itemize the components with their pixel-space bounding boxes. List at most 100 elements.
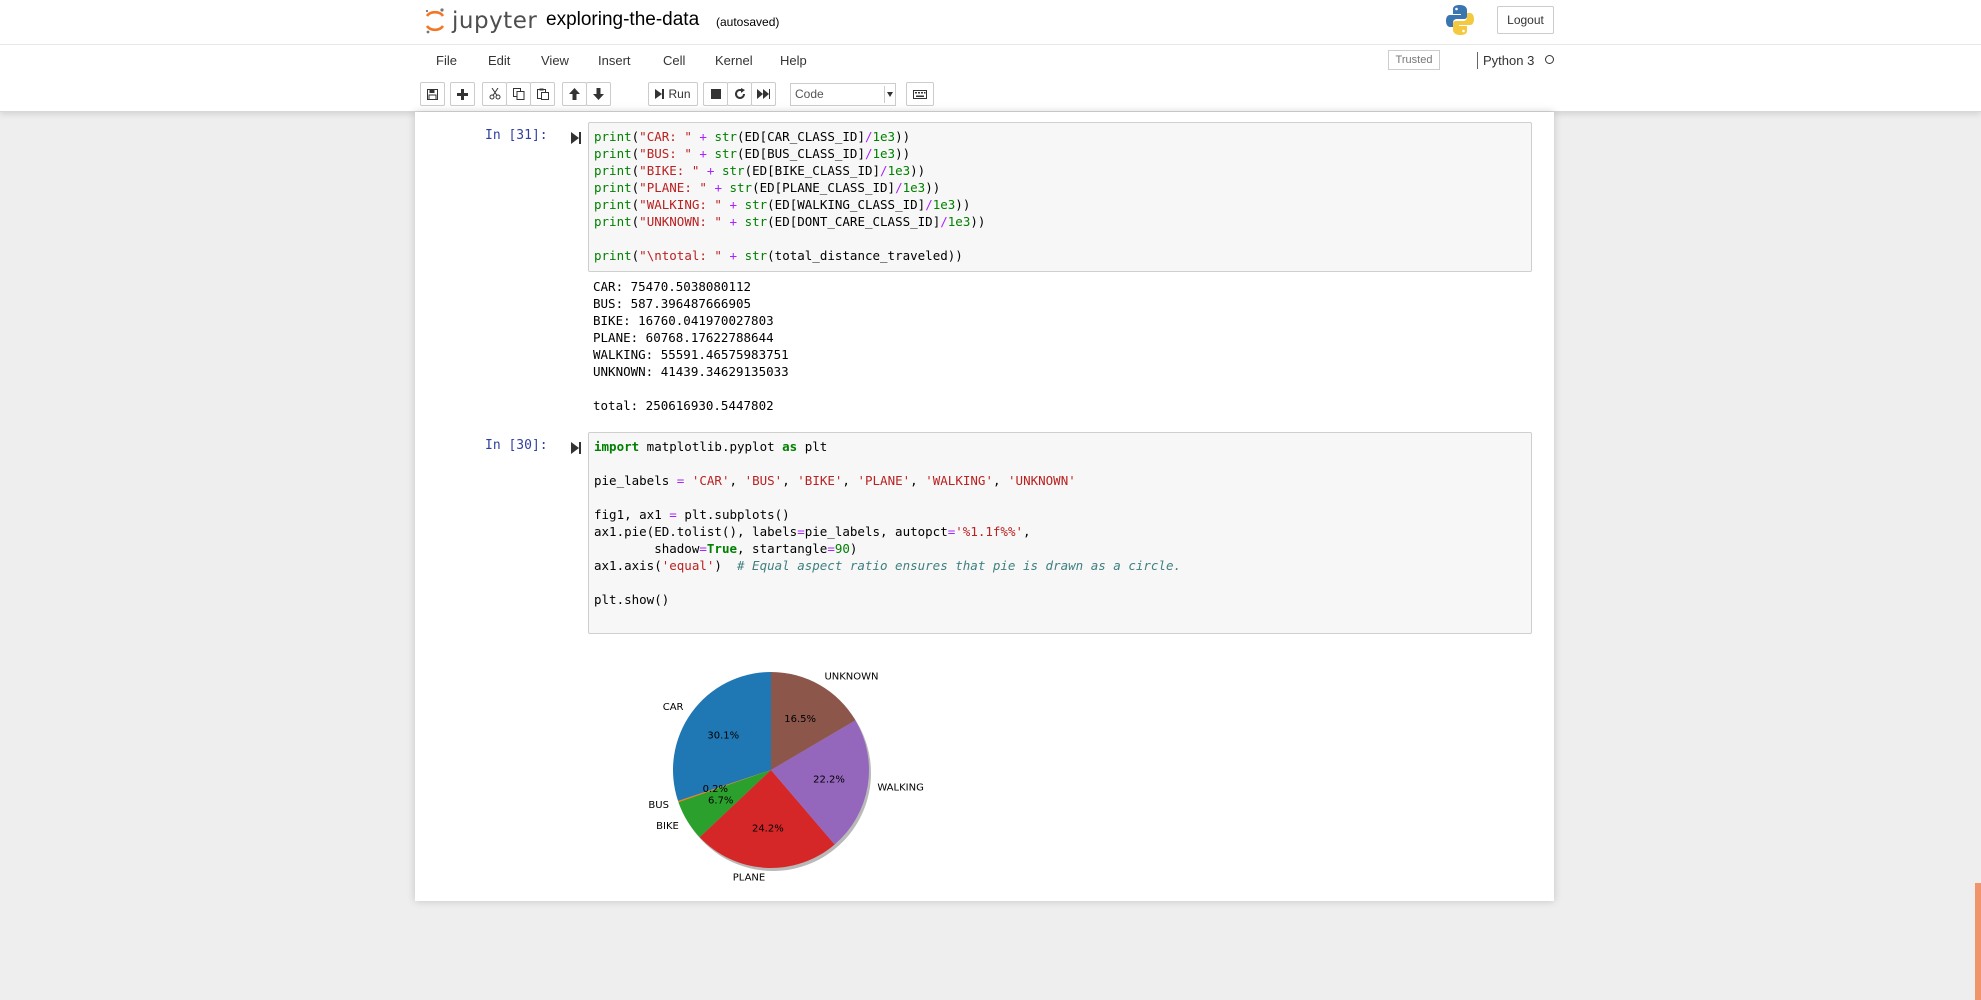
command-palette-button[interactable] bbox=[906, 82, 934, 106]
code-line: print("PLANE: " + str(ED[PLANE_CLASS_ID]… bbox=[594, 180, 941, 195]
cell-prompt: In [30]: bbox=[485, 438, 548, 453]
pie-pct-unknown: 16.5% bbox=[784, 714, 816, 725]
arrow-up-icon bbox=[569, 88, 580, 100]
menu-insert[interactable]: Insert bbox=[598, 53, 631, 68]
pie-pct-bike: 6.7% bbox=[708, 796, 733, 807]
code-line: fig1, ax1 = plt.subplots() bbox=[594, 507, 790, 522]
restart-button[interactable] bbox=[727, 82, 752, 106]
insert-cell-button[interactable] bbox=[450, 82, 475, 106]
toolbar: Run Code bbox=[420, 82, 1561, 108]
code-input[interactable]: import matplotlib.pyplot as plt pie_labe… bbox=[588, 432, 1532, 634]
output-line: PLANE: 60768.17622788644 bbox=[593, 330, 774, 345]
save-status: (autosaved) bbox=[716, 15, 780, 29]
menu-cell[interactable]: Cell bbox=[663, 53, 685, 68]
notebook-container: In [31]: print("CAR: " + str(ED[CAR_CLAS… bbox=[415, 112, 1554, 901]
output-line: UNKNOWN: 41439.34629135033 bbox=[593, 364, 789, 379]
pie-label-bus: BUS bbox=[648, 800, 669, 811]
move-up-button[interactable] bbox=[562, 82, 587, 106]
code-line: import matplotlib.pyplot as plt bbox=[594, 439, 828, 454]
chevron-down-icon bbox=[887, 92, 893, 97]
notebook-header: jupyter exploring-the-data (autosaved) L… bbox=[0, 0, 1981, 112]
code-line: print("BUS: " + str(ED[BUS_CLASS_ID]/1e3… bbox=[594, 146, 911, 161]
code-line: plt.show() bbox=[594, 592, 670, 607]
cut-button[interactable] bbox=[482, 82, 507, 106]
menu-file[interactable]: File bbox=[436, 53, 457, 68]
code-line: shadow=True, startangle=90) bbox=[594, 541, 858, 556]
paste-icon bbox=[536, 88, 549, 100]
menu-edit[interactable]: Edit bbox=[488, 53, 510, 68]
output-line: total: 250616930.5447802 bbox=[593, 398, 774, 413]
keyboard-icon bbox=[913, 89, 927, 99]
output-line: BUS: 587.396487666905 bbox=[593, 296, 752, 311]
pie-pct-bus: 0.2% bbox=[703, 784, 728, 795]
pie-pct-plane: 24.2% bbox=[752, 824, 784, 835]
code-line: ax1.pie(ED.tolist(), labels=pie_labels, … bbox=[594, 524, 1031, 539]
menubar: File Edit View Insert Cell Kernel Help T… bbox=[420, 45, 1561, 77]
output-line: WALKING: 55591.46575983751 bbox=[593, 347, 789, 362]
cell-type-select[interactable]: Code bbox=[790, 83, 896, 106]
notebook-name[interactable]: exploring-the-data bbox=[546, 9, 699, 31]
scrollbar-thumb[interactable] bbox=[1975, 883, 1981, 1000]
trusted-indicator[interactable]: Trusted bbox=[1388, 50, 1440, 70]
code-line: print("CAR: " + str(ED[CAR_CLASS_ID]/1e3… bbox=[594, 129, 911, 144]
code-line: ax1.axis('equal') # Equal aspect ratio e… bbox=[594, 558, 1182, 573]
paste-button[interactable] bbox=[530, 82, 555, 106]
pie-label-car: CAR bbox=[663, 702, 684, 713]
code-line: pie_labels = 'CAR', 'BUS', 'BIKE', 'PLAN… bbox=[594, 473, 1076, 488]
code-line: print("BIKE: " + str(ED[BIKE_CLASS_ID]/1… bbox=[594, 163, 926, 178]
step-forward-icon bbox=[655, 89, 665, 99]
run-cell-icon[interactable] bbox=[570, 441, 582, 455]
copy-icon bbox=[512, 88, 524, 100]
cell-prompt: In [31]: bbox=[485, 128, 548, 143]
stop-icon bbox=[710, 89, 721, 99]
pie-pct-car: 30.1% bbox=[707, 731, 739, 742]
select-divider bbox=[884, 86, 885, 103]
cell-type-value: Code bbox=[795, 87, 824, 101]
jupyter-logo[interactable]: jupyter bbox=[424, 5, 537, 37]
save-button[interactable] bbox=[420, 82, 445, 106]
run-label: Run bbox=[668, 87, 691, 101]
kernel-idle-icon bbox=[1545, 55, 1554, 64]
arrow-down-icon bbox=[593, 88, 604, 100]
code-line: print("\ntotal: " + str(total_distance_t… bbox=[594, 248, 963, 263]
menu-kernel[interactable]: Kernel bbox=[715, 53, 753, 68]
run-cell-icon[interactable] bbox=[570, 131, 582, 145]
code-input[interactable]: print("CAR: " + str(ED[CAR_CLASS_ID]/1e3… bbox=[588, 122, 1532, 272]
jupyter-logo-text: jupyter bbox=[452, 8, 538, 34]
cut-icon bbox=[489, 88, 500, 100]
menu-help[interactable]: Help bbox=[780, 53, 807, 68]
jupyter-logo-icon bbox=[425, 8, 445, 34]
run-button[interactable]: Run bbox=[648, 82, 698, 106]
output-line: CAR: 75470.5038080112 bbox=[593, 279, 752, 294]
plus-icon bbox=[457, 88, 468, 100]
interrupt-button[interactable] bbox=[703, 82, 728, 106]
code-line: print("UNKNOWN: " + str(ED[DONT_CARE_CLA… bbox=[594, 214, 986, 229]
menu-view[interactable]: View bbox=[541, 53, 569, 68]
pie-label-unknown: UNKNOWN bbox=[824, 671, 878, 682]
kernel-name: Python 3 bbox=[1483, 53, 1535, 68]
save-icon bbox=[427, 88, 438, 100]
restart-icon bbox=[734, 88, 745, 99]
output-line: BIKE: 16760.041970027803 bbox=[593, 313, 774, 328]
copy-button[interactable] bbox=[506, 82, 531, 106]
pie-pct-walking: 22.2% bbox=[813, 775, 845, 786]
header-top-bar: jupyter exploring-the-data (autosaved) L… bbox=[0, 0, 1981, 45]
code-line: print("WALKING: " + str(ED[WALKING_CLASS… bbox=[594, 197, 971, 212]
pie-slices bbox=[673, 672, 869, 868]
fast-forward-icon bbox=[757, 89, 770, 99]
kernel-separator bbox=[1477, 52, 1478, 69]
python-logo-icon bbox=[1446, 5, 1474, 35]
cell-output: CAR: 75470.5038080112 BUS: 587.396487666… bbox=[593, 278, 1493, 414]
pie-chart: CAR 30.1% BUS 0.2% BIKE 6.7% PLANE 24.2% WALKING… bbox=[648, 671, 924, 884]
pie-label-bike: BIKE bbox=[656, 821, 679, 832]
pie-label-walking: WALKING bbox=[877, 783, 924, 794]
logout-button[interactable]: Logout bbox=[1497, 6, 1554, 34]
pie-label-plane: PLANE bbox=[733, 873, 765, 884]
restart-run-all-button[interactable] bbox=[751, 82, 776, 106]
move-down-button[interactable] bbox=[586, 82, 611, 106]
